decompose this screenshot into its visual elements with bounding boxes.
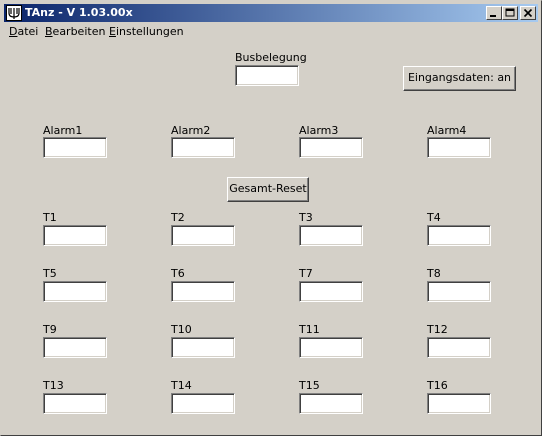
t4-label: T4 [427, 211, 441, 224]
app-icon[interactable] [6, 5, 22, 21]
alarm3-field[interactable] [299, 137, 363, 158]
t8-field[interactable] [427, 281, 491, 302]
minimize-button[interactable] [486, 6, 502, 20]
gesamt-reset-button[interactable]: Gesamt-Reset [227, 177, 309, 202]
t15-label: T15 [299, 379, 320, 392]
window-title: TAnz - V 1.03.00x [25, 6, 133, 19]
t3-label: T3 [299, 211, 313, 224]
t12-label: T12 [427, 323, 448, 336]
t7-field[interactable] [299, 281, 363, 302]
t5-label: T5 [43, 267, 57, 280]
t14-label: T14 [171, 379, 192, 392]
t10-label: T10 [171, 323, 192, 336]
maximize-button[interactable] [502, 6, 518, 20]
busbelegung-field[interactable] [235, 65, 299, 86]
t5-field[interactable] [43, 281, 107, 302]
app-window: TAnz - V 1.03.00x Datei Bearbeiten Einst… [0, 0, 542, 436]
t7-label: T7 [299, 267, 313, 280]
alarm2-field[interactable] [171, 137, 235, 158]
busbelegung-label: Busbelegung [235, 51, 307, 64]
t1-label: T1 [43, 211, 57, 224]
alarm1-label: Alarm1 [43, 124, 83, 137]
alarm4-field[interactable] [427, 137, 491, 158]
alarm4-label: Alarm4 [427, 124, 467, 137]
t2-field[interactable] [171, 225, 235, 246]
t6-label: T6 [171, 267, 185, 280]
t2-label: T2 [171, 211, 185, 224]
eingangsdaten-button[interactable]: Eingangsdaten: an [403, 66, 516, 91]
t1-field[interactable] [43, 225, 107, 246]
t15-field[interactable] [299, 393, 363, 414]
menu-einstellungen[interactable]: Einstellungen [109, 25, 184, 39]
t4-field[interactable] [427, 225, 491, 246]
t16-label: T16 [427, 379, 448, 392]
t10-field[interactable] [171, 337, 235, 358]
t3-field[interactable] [299, 225, 363, 246]
maximize-icon [505, 8, 515, 17]
minimize-icon [490, 15, 496, 17]
alarm2-label: Alarm2 [171, 124, 211, 137]
menu-bearbeiten[interactable]: Bearbeiten [45, 25, 105, 39]
t8-label: T8 [427, 267, 441, 280]
t16-field[interactable] [427, 393, 491, 414]
t9-label: T9 [43, 323, 57, 336]
t13-field[interactable] [43, 393, 107, 414]
t6-field[interactable] [171, 281, 235, 302]
menu-datei[interactable]: Datei [9, 25, 38, 39]
title-bar[interactable]: TAnz - V 1.03.00x [4, 4, 538, 22]
t13-label: T13 [43, 379, 64, 392]
menu-bar: Datei Bearbeiten Einstellungen [4, 23, 538, 41]
alarm1-field[interactable] [43, 137, 107, 158]
t11-field[interactable] [299, 337, 363, 358]
t14-field[interactable] [171, 393, 235, 414]
close-icon [523, 8, 533, 18]
alarm3-label: Alarm3 [299, 124, 339, 137]
t9-field[interactable] [43, 337, 107, 358]
close-button[interactable] [520, 6, 536, 20]
t11-label: T11 [299, 323, 320, 336]
t12-field[interactable] [427, 337, 491, 358]
